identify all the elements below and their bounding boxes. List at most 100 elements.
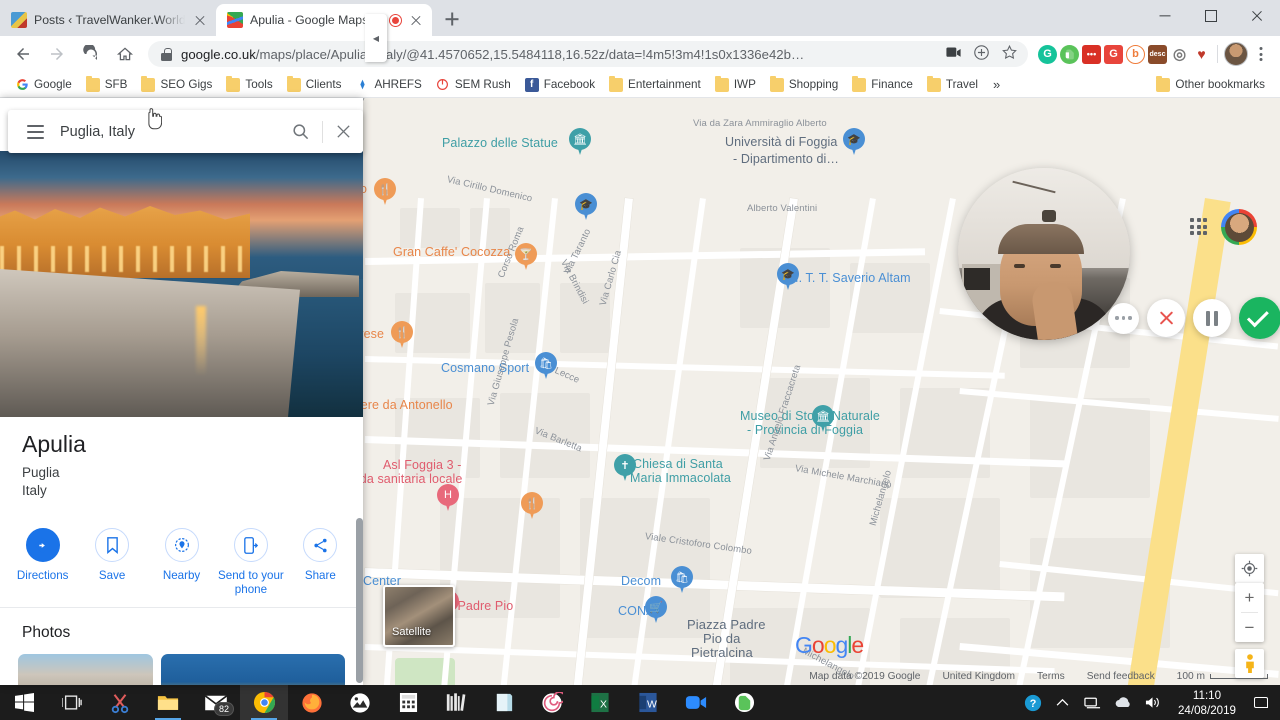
map-label[interactable]: Università di Foggia [725, 135, 837, 149]
bookmark-facebook[interactable]: f Facebook [518, 76, 602, 94]
bookmark-tools[interactable]: Tools [219, 75, 279, 94]
restaurant-pin-icon[interactable]: 🍴 [391, 321, 413, 349]
photo-tile-streetview[interactable]: ↻ [160, 654, 345, 685]
bookmark-iwp[interactable]: IWP [708, 75, 763, 94]
place-hero-image[interactable] [0, 151, 363, 417]
search-input[interactable]: Puglia, Italy [52, 124, 286, 140]
bookmarks-overflow-button[interactable]: » [985, 75, 1008, 94]
onenote-button[interactable] [480, 685, 528, 720]
send-to-phone-button[interactable]: Send to your phone [216, 528, 285, 597]
map-label[interactable]: Pio da [703, 631, 740, 646]
map-label[interactable]: Pietralcina [691, 645, 753, 660]
file-explorer-button[interactable] [144, 685, 192, 720]
terms-link[interactable]: Terms [1037, 671, 1065, 682]
collapse-panel-button[interactable] [365, 14, 387, 62]
network-icon[interactable] [1078, 685, 1108, 720]
spiral-app-button[interactable] [528, 685, 576, 720]
map-label[interactable]: Decom [621, 574, 661, 588]
bookmark-travel[interactable]: Travel [920, 75, 985, 94]
bookmark-entertainment[interactable]: Entertainment [602, 75, 708, 94]
heart-extension-icon[interactable]: ♥ [1192, 44, 1211, 64]
supermarket-pin-icon[interactable]: 🛒 [645, 596, 667, 624]
zoom-button[interactable] [672, 685, 720, 720]
save-button[interactable]: Save [77, 528, 146, 597]
calculator-button[interactable] [384, 685, 432, 720]
star-icon[interactable] [1001, 44, 1018, 64]
search-icon[interactable] [286, 117, 316, 147]
restaurant-pin-icon[interactable]: 🍴 [521, 492, 543, 520]
directions-button[interactable]: Directions [8, 528, 77, 597]
zoom-out-button[interactable]: − [1235, 613, 1264, 642]
task-view-button[interactable] [48, 685, 96, 720]
excel-button[interactable]: X [576, 685, 624, 720]
reload-button[interactable] [76, 39, 106, 69]
notification-icon[interactable] [1246, 685, 1276, 720]
minimize-window-button[interactable] [1142, 0, 1188, 32]
bookmark-clients[interactable]: Clients [280, 75, 349, 94]
stop-recording-button[interactable] [1147, 299, 1185, 337]
new-tab-button[interactable] [438, 5, 466, 33]
send-feedback-link[interactable]: Send feedback [1087, 671, 1155, 682]
panel-scrollbar[interactable] [356, 518, 363, 683]
word-button[interactable]: W [624, 685, 672, 720]
forward-button[interactable] [42, 39, 72, 69]
school-pin-icon[interactable]: 🎓 [777, 263, 799, 291]
photo-tile-photos[interactable]: Photos [18, 654, 153, 685]
close-tab-2-icon[interactable] [408, 12, 424, 28]
zoom-in-button[interactable]: + [1235, 583, 1264, 612]
map-label[interactable]: Cosmano Sport [441, 361, 529, 375]
satellite-toggle-button[interactable]: Satellite [383, 585, 455, 647]
desc-extension-icon[interactable]: desc [1148, 44, 1167, 64]
books-button[interactable] [432, 685, 480, 720]
school-pin-icon[interactable]: 🎓 [575, 193, 597, 221]
chrome-button[interactable] [240, 685, 288, 720]
spiral-extension-icon[interactable]: ◎ [1170, 44, 1189, 64]
start-button[interactable] [0, 685, 48, 720]
bookmark-google[interactable]: Google [8, 76, 79, 94]
map-label[interactable]: - Provincia di Foggia [747, 423, 863, 437]
bookmark-seo-gigs[interactable]: SEO Gigs [134, 75, 219, 94]
church-pin-icon[interactable]: ✝ [614, 454, 636, 482]
map-label[interactable]: Museo di Storia Naturale [740, 409, 880, 423]
my-location-control[interactable] [1235, 554, 1264, 583]
close-window-button[interactable] [1234, 0, 1280, 32]
bar-pin-icon[interactable]: 🍸 [515, 243, 537, 271]
taskbar-clock[interactable]: 11:10 24/08/2019 [1168, 688, 1246, 718]
maps-search-bar[interactable]: Puglia, Italy [8, 110, 363, 153]
back-button[interactable] [8, 39, 38, 69]
bookmark-sem-rush[interactable]: SEM Rush [429, 76, 518, 94]
mail-button[interactable]: 82 [192, 685, 240, 720]
browser-tab-1[interactable]: Posts ‹ TravelWanker.World — W [0, 4, 216, 36]
cast-icon[interactable] [945, 45, 962, 63]
map-label[interactable]: Gran Caffe' Cocozza [393, 245, 510, 259]
map-label[interactable]: - Dipartimento di… [733, 152, 839, 166]
pause-recording-button[interactable] [1193, 299, 1231, 337]
clear-search-icon[interactable] [329, 117, 359, 147]
museum-pin-icon[interactable]: 🏛 [569, 128, 591, 156]
home-button[interactable] [110, 39, 140, 69]
other-bookmarks-button[interactable]: Other bookmarks [1149, 75, 1272, 94]
map-label[interactable]: Asl Foggia 3 - [383, 458, 462, 472]
museum-pin-icon[interactable]: 🏛 [812, 405, 834, 433]
more-options-button[interactable] [1108, 302, 1139, 334]
onedrive-icon[interactable] [1108, 685, 1138, 720]
evernote-extension-icon[interactable] [1060, 44, 1079, 64]
map-label[interactable]: Palazzo delle Statue [442, 136, 558, 150]
bookmark-ahrefs[interactable]: AHREFS [348, 76, 428, 94]
address-bar[interactable]: google.co.uk /maps/place/Apulia,+Italy/@… [148, 41, 1028, 67]
grammarly-red-extension-icon[interactable]: G [1104, 44, 1123, 64]
store-pin-icon[interactable]: 🛍 [671, 566, 693, 594]
finish-recording-button[interactable] [1239, 297, 1280, 339]
bookmark-finance[interactable]: Finance [845, 75, 920, 94]
restaurant-pin-icon[interactable]: 🍴 [374, 178, 396, 206]
map-label[interactable]: Piazza Padre [687, 617, 766, 632]
browser-tab-2[interactable]: Apulia - Google Maps [216, 4, 432, 36]
nearby-button[interactable]: Nearby [147, 528, 216, 597]
firefox-button[interactable] [288, 685, 336, 720]
google-apps-grid-icon[interactable] [1190, 218, 1208, 236]
google-account-avatar[interactable] [1221, 209, 1257, 245]
dots-extension-icon[interactable]: ••• [1082, 44, 1101, 64]
share-button[interactable]: Share [286, 528, 355, 597]
bookmark-sfb[interactable]: SFB [79, 75, 135, 94]
hospital-pin-icon[interactable]: H [437, 484, 459, 512]
